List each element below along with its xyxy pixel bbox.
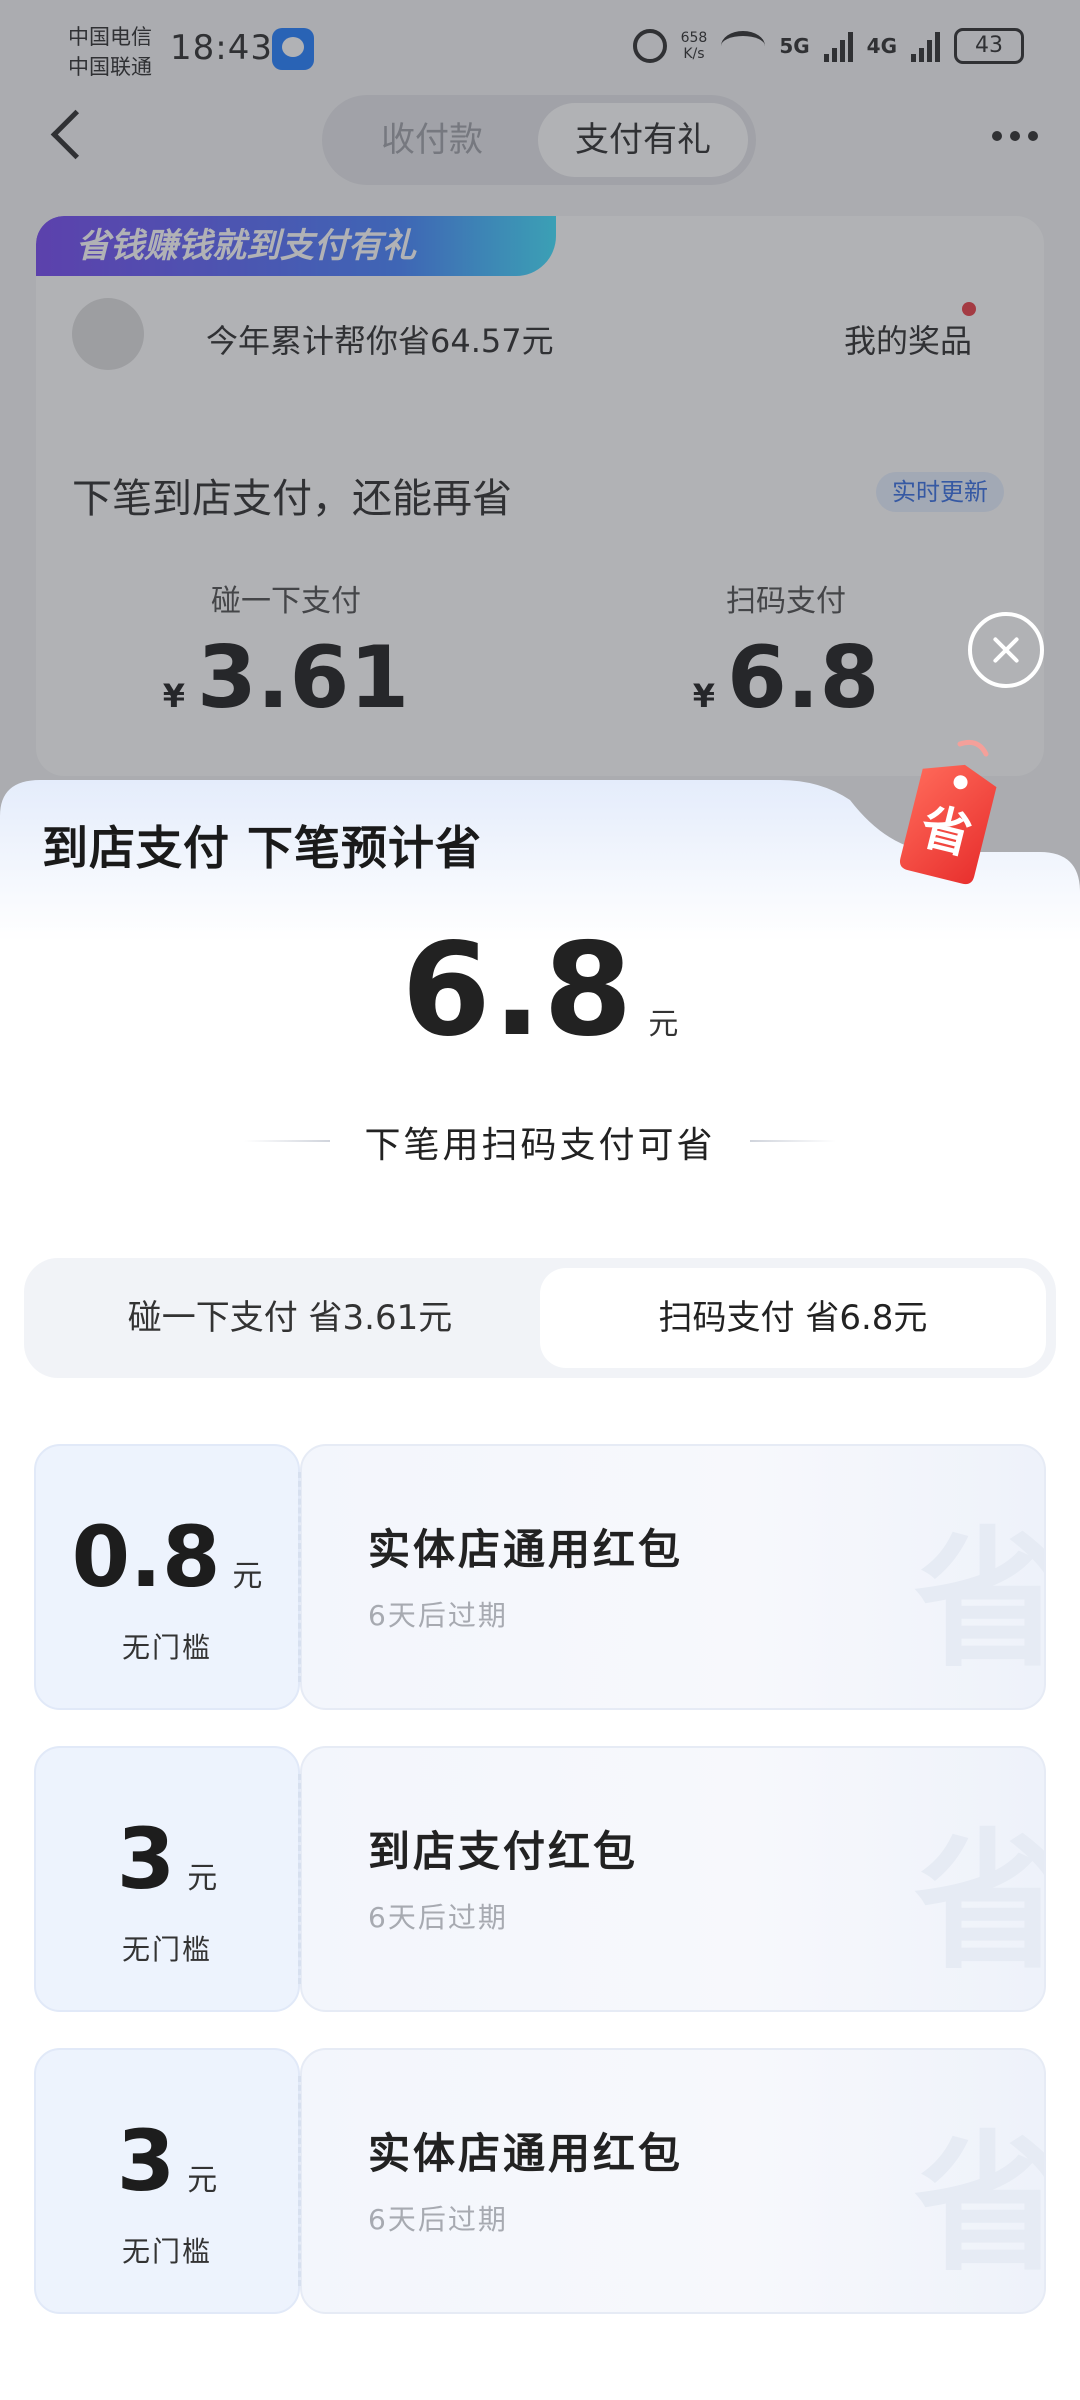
savings-amount: 6.8 xyxy=(401,916,635,1065)
coupon-card[interactable]: 省 3元 无门槛 实体店通用红包 6天后过期 xyxy=(34,2048,1046,2314)
coupon-amount-unit: 元 xyxy=(232,1559,263,1594)
coupon-amount-unit: 元 xyxy=(187,1861,218,1896)
coupon-amount-value: 3 xyxy=(116,1810,176,1908)
savings-caption: 下笔用扫码支付可省 xyxy=(364,1125,716,1166)
coupon-expiry: 6天后过期 xyxy=(368,2203,508,2236)
coupon-amount-value: 3 xyxy=(116,2112,176,2210)
coupon-expiry: 6天后过期 xyxy=(368,1901,508,1934)
coupon-threshold: 无门槛 xyxy=(121,2235,212,2268)
coupon-amount: 3元 xyxy=(34,2112,300,2210)
coupon-expiry: 6天后过期 xyxy=(368,1599,508,1632)
coupon-name: 实体店通用红包 xyxy=(368,1525,684,1574)
coupon-body: 省 xyxy=(300,2048,1046,2314)
coupon-amount: 3元 xyxy=(34,1810,300,1908)
coupon-watermark: 省 xyxy=(914,2130,1044,2280)
coupon-watermark: 省 xyxy=(914,1828,1044,1978)
coupon-amount-value: 0.8 xyxy=(71,1508,221,1606)
sheet-title: 到店支付 下笔预计省 xyxy=(42,821,483,875)
coupon-amount-unit: 元 xyxy=(187,2163,218,2198)
coupon-amount: 0.8 元 xyxy=(34,1508,300,1606)
coupon-name: 到店支付红包 xyxy=(368,1827,639,1876)
method-tap-pay[interactable]: 碰一下支付 省3.61元 xyxy=(40,1268,540,1368)
savings-bottom-sheet: 到店支付 下笔预计省 省 6.8 元 下笔用扫码支付可省 碰一下支付 省3.61元… xyxy=(0,739,1080,2400)
caption-divider-right xyxy=(750,1140,836,1142)
coupon-threshold: 无门槛 xyxy=(121,1631,212,1664)
coupon-card[interactable]: 省 0.8 元 无门槛 实体店通用红包 6天后过期 xyxy=(34,1444,1046,1710)
coupon-threshold: 无门槛 xyxy=(121,1933,212,1966)
payment-method-selector: 碰一下支付 省3.61元 扫码支付 省6.8元 xyxy=(24,1258,1056,1378)
coupon-watermark: 省 xyxy=(914,1526,1044,1676)
close-icon[interactable] xyxy=(968,612,1044,688)
coupon-name: 实体店通用红包 xyxy=(368,2129,684,2178)
coupon-body: 省 xyxy=(300,1444,1046,1710)
coupon-card[interactable]: 省 3元 无门槛 到店支付红包 6天后过期 xyxy=(34,1746,1046,2012)
method-scan-pay[interactable]: 扫码支付 省6.8元 xyxy=(540,1268,1046,1368)
coupon-body: 省 xyxy=(300,1746,1046,2012)
estimated-savings: 6.8 元 xyxy=(0,916,1080,1065)
savings-tag-icon: 省 xyxy=(900,739,997,885)
savings-unit: 元 xyxy=(648,1007,679,1042)
